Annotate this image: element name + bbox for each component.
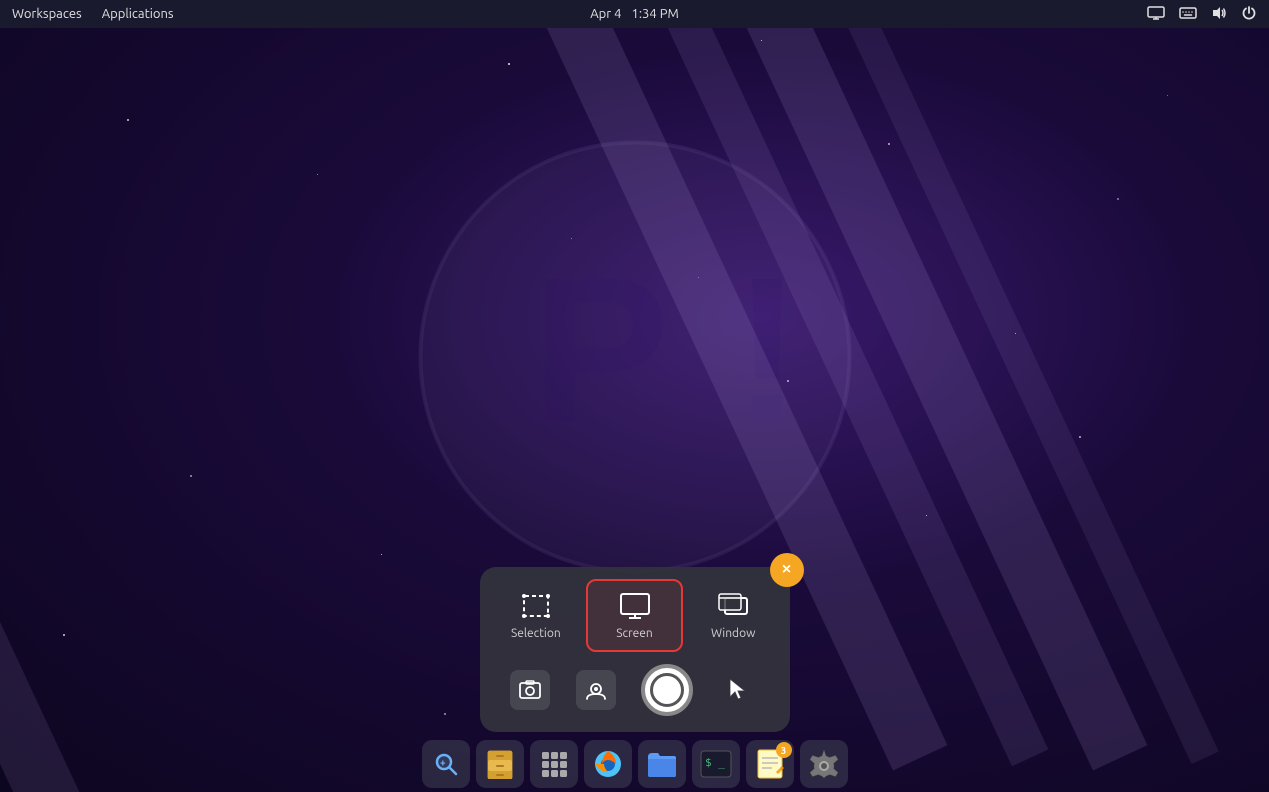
dock-item-terminal[interactable]: $ _ bbox=[692, 740, 740, 788]
capture-inner bbox=[650, 673, 684, 707]
webcam-icon-button[interactable] bbox=[576, 670, 616, 710]
screen-icon[interactable] bbox=[1147, 6, 1165, 23]
window-label: Window bbox=[711, 627, 755, 640]
topbar-date: Apr 4 bbox=[590, 7, 621, 21]
topbar: Workspaces Applications Apr 4 1:34 PM bbox=[0, 0, 1269, 28]
svg-text:P: P bbox=[531, 235, 670, 467]
screen-mode-button[interactable]: Screen bbox=[586, 579, 683, 652]
selection-label: Selection bbox=[511, 627, 561, 640]
svg-text:$ _: $ _ bbox=[705, 756, 725, 769]
screen-mode-icon bbox=[617, 591, 653, 621]
screen-label: Screen bbox=[616, 627, 653, 640]
cursor-icon-button[interactable] bbox=[719, 670, 759, 710]
applications-menu[interactable]: Applications bbox=[102, 7, 174, 21]
volume-icon[interactable] bbox=[1211, 6, 1227, 23]
mode-row: Selection Screen bbox=[488, 579, 782, 652]
selection-mode-button[interactable]: Selection bbox=[488, 579, 585, 652]
screenshot-icon-button[interactable] bbox=[510, 670, 550, 710]
dock-item-search[interactable]: + bbox=[422, 740, 470, 788]
dock-item-app-grid[interactable] bbox=[530, 740, 578, 788]
dock-item-files[interactable] bbox=[638, 740, 686, 788]
window-mode-icon bbox=[715, 591, 751, 621]
popos-logo: P ! bbox=[375, 110, 895, 630]
topbar-left: Workspaces Applications bbox=[12, 7, 174, 21]
topbar-time: 1:34 PM bbox=[632, 7, 679, 21]
svg-text:!: ! bbox=[732, 235, 801, 467]
dock-item-file-cabinet[interactable] bbox=[476, 740, 524, 788]
selection-icon bbox=[518, 591, 554, 621]
taskbar: + bbox=[0, 736, 1269, 792]
action-row bbox=[488, 660, 782, 720]
dock-item-firefox[interactable] bbox=[584, 740, 632, 788]
pinned-badge: 3 bbox=[776, 742, 792, 758]
window-mode-button[interactable]: Window bbox=[685, 579, 782, 652]
desktop: P ! Workspaces Applications Apr 4 1:34 P… bbox=[0, 0, 1269, 792]
close-button[interactable]: × bbox=[770, 553, 804, 587]
svg-text:+: + bbox=[440, 757, 446, 768]
dock-item-pinned[interactable]: 3 bbox=[746, 740, 794, 788]
power-icon[interactable] bbox=[1241, 5, 1257, 24]
dock-item-settings[interactable] bbox=[800, 740, 848, 788]
keyboard-icon[interactable] bbox=[1179, 6, 1197, 23]
workspaces-menu[interactable]: Workspaces bbox=[12, 7, 82, 21]
capture-button[interactable] bbox=[641, 664, 693, 716]
topbar-center: Apr 4 1:34 PM bbox=[590, 7, 679, 21]
topbar-right bbox=[1147, 5, 1257, 24]
screenshot-popup: × Selection bbox=[480, 567, 790, 732]
